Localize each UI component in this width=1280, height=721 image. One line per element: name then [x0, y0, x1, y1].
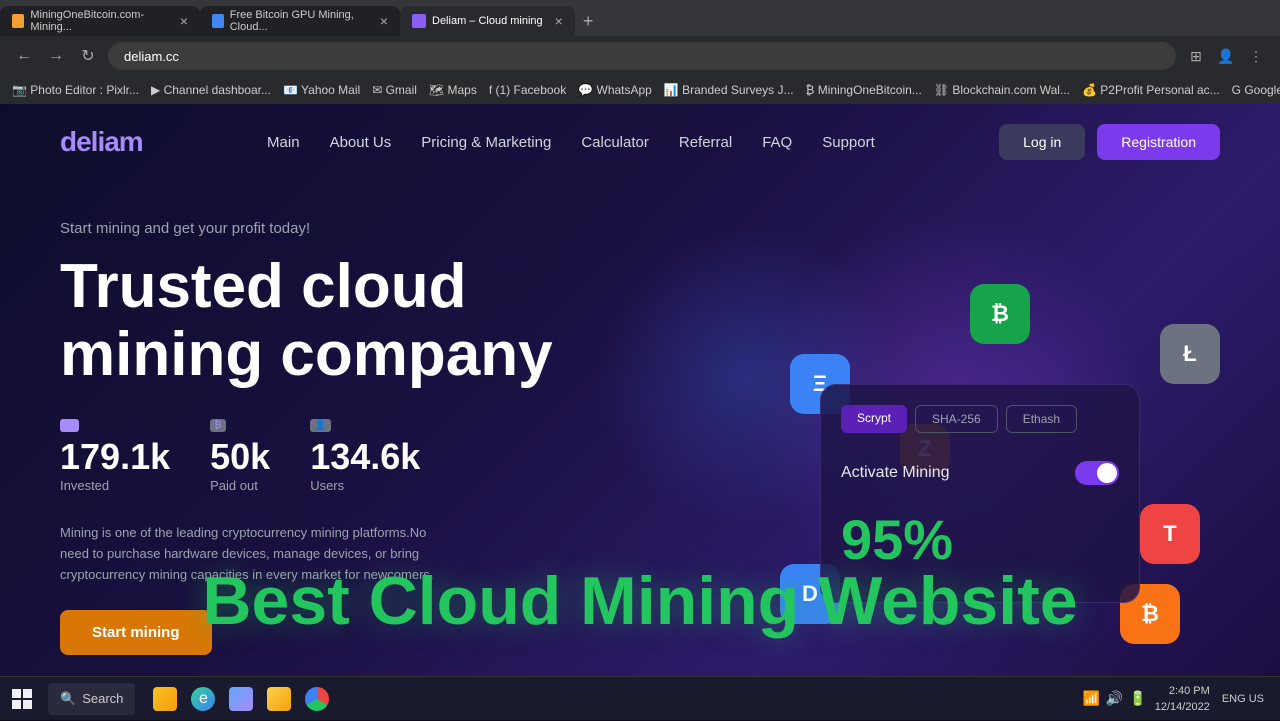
bookmark-1[interactable]: 📷 Photo Editor : Pixlr... — [12, 83, 139, 97]
bookmark-4[interactable]: ✉ Gmail — [372, 83, 417, 97]
tab-3-close[interactable]: × — [555, 13, 563, 29]
network-icon[interactable]: 📶 — [1082, 690, 1099, 707]
nav-links: Main About Us Pricing & Marketing Calcul… — [267, 134, 875, 151]
bookmark-6[interactable]: f (1) Facebook — [489, 83, 566, 97]
time-display: 2:40 PM — [1165, 683, 1214, 699]
menu-button[interactable]: ⋮ — [1244, 44, 1268, 68]
search-label: Search — [82, 691, 123, 706]
browser-controls: ← → ↻ ⊞ 👤 ⋮ — [0, 36, 1280, 76]
tab-2[interactable]: Free Bitcoin GPU Mining, Cloud... × — [200, 6, 400, 36]
taskbar-app-explorer[interactable] — [261, 681, 297, 717]
stat-users: 👤 134.6k Users — [310, 419, 420, 493]
address-bar[interactable] — [108, 42, 1176, 70]
register-button[interactable]: Registration — [1097, 124, 1220, 160]
site-logo[interactable]: deliam — [60, 126, 143, 158]
nav-buttons: Log in Registration — [999, 124, 1220, 160]
nav-about[interactable]: About Us — [330, 134, 392, 151]
start-button[interactable] — [0, 677, 44, 721]
browser-chrome: MiningOneBitcoin.com-Mining... × Free Bi… — [0, 0, 1280, 104]
bookmark-10[interactable]: ⛓ Blockchain.com Wal... — [934, 83, 1070, 97]
system-icons: 📶 🔊 🔋 — [1082, 690, 1146, 707]
taskbar-search[interactable]: 🔍 Search — [48, 683, 135, 715]
language-display: ENG US — [1218, 691, 1268, 707]
edge-icon: e — [191, 687, 215, 711]
hero-description: Mining is one of the leading cryptocurre… — [60, 523, 440, 585]
nav-referral[interactable]: Referral — [679, 134, 732, 151]
navbar: deliam Main About Us Pricing & Marketing… — [0, 104, 1280, 180]
tab-1-close[interactable]: × — [180, 13, 188, 29]
taskbar-app-store[interactable] — [223, 681, 259, 717]
bookmark-2[interactable]: ▶ Channel dashboar... — [151, 83, 271, 97]
forward-button[interactable]: → — [44, 44, 68, 68]
new-tab-button[interactable]: + — [575, 6, 602, 36]
hero-subtitle: Start mining and get your profit today! — [60, 220, 1220, 237]
bookmark-5[interactable]: 🗺 Maps — [429, 83, 477, 97]
tab-2-label: Free Bitcoin GPU Mining, Cloud... — [230, 9, 368, 33]
files-icon — [153, 687, 177, 711]
stat-invested-icon: -₿ — [60, 419, 170, 432]
stat-invested-value: 179.1k — [60, 436, 170, 478]
nav-main[interactable]: Main — [267, 134, 300, 151]
nav-support[interactable]: Support — [822, 134, 875, 151]
windows-logo-icon — [12, 689, 32, 709]
reload-button[interactable]: ↻ — [76, 44, 100, 68]
hero-title: Trusted cloud mining company — [60, 253, 640, 389]
explorer-icon — [267, 687, 291, 711]
bookmark-7[interactable]: 💬 WhatsApp — [578, 83, 652, 97]
tab-bar: MiningOneBitcoin.com-Mining... × Free Bi… — [0, 0, 1280, 36]
chrome-icon — [305, 687, 329, 711]
taskbar-app-chrome[interactable] — [299, 681, 335, 717]
store-icon — [229, 687, 253, 711]
browser-actions: ⊞ 👤 ⋮ — [1184, 44, 1268, 68]
stat-paidout-icon: ₿ — [210, 419, 270, 432]
nav-calculator[interactable]: Calculator — [581, 134, 649, 151]
stat-paidout-label: Paid out — [210, 478, 270, 493]
tab-1-label: MiningOneBitcoin.com-Mining... — [30, 9, 167, 33]
stat-paidout: ₿ 50k Paid out — [210, 419, 270, 493]
battery-icon[interactable]: 🔋 — [1129, 690, 1146, 707]
taskbar-apps: e — [139, 681, 1070, 717]
tab-3[interactable]: Deliam – Cloud mining × — [400, 6, 575, 36]
tab-3-label: Deliam – Cloud mining — [432, 15, 543, 27]
nav-pricing[interactable]: Pricing & Marketing — [421, 134, 551, 151]
volume-icon[interactable]: 🔊 — [1106, 690, 1123, 707]
tab-2-close[interactable]: × — [380, 13, 388, 29]
bookmark-9[interactable]: ₿ MiningOneBitcoin... — [806, 83, 922, 97]
login-button[interactable]: Log in — [999, 124, 1085, 160]
bookmark-8[interactable]: 📊 Branded Surveys J... — [664, 83, 794, 97]
bookmark-12[interactable]: G Google AdSense — [1232, 83, 1280, 97]
start-mining-button[interactable]: Start mining — [60, 610, 212, 655]
stat-invested-label: Invested — [60, 478, 170, 493]
stat-users-value: 134.6k — [310, 436, 420, 478]
date-display: 12/14/2022 — [1151, 699, 1214, 715]
taskbar-app-files[interactable] — [147, 681, 183, 717]
extensions-button[interactable]: ⊞ — [1184, 44, 1208, 68]
stat-users-label: Users — [310, 478, 420, 493]
stat-paidout-value: 50k — [210, 436, 270, 478]
taskbar-system: 📶 🔊 🔋 2:40 PM 12/14/2022 ENG US — [1070, 683, 1280, 715]
stat-invested: -₿ 179.1k Invested — [60, 419, 170, 493]
bookmark-11[interactable]: 💰 P2Profit Personal ac... — [1082, 83, 1220, 97]
clock: 2:40 PM 12/14/2022 — [1151, 683, 1214, 715]
stat-users-icon: 👤 — [310, 419, 420, 432]
hero-section: Start mining and get your profit today! … — [0, 180, 1280, 695]
tab-3-icon — [412, 14, 426, 28]
bookmarks-bar: 📷 Photo Editor : Pixlr... ▶ Channel dash… — [0, 76, 1280, 104]
taskbar-app-edge[interactable]: e — [185, 681, 221, 717]
tab-1-icon — [12, 14, 24, 28]
tab-1[interactable]: MiningOneBitcoin.com-Mining... × — [0, 6, 200, 36]
profile-button[interactable]: 👤 — [1214, 44, 1238, 68]
nav-faq[interactable]: FAQ — [762, 134, 792, 151]
search-icon: 🔍 — [60, 691, 76, 707]
taskbar: 🔍 Search e 📶 🔊 🔋 2:40 PM 12/14/2022 E — [0, 676, 1280, 720]
bookmark-3[interactable]: 📧 Yahoo Mail — [283, 83, 360, 97]
stats-row: -₿ 179.1k Invested ₿ 50k Paid out 👤 134.… — [60, 419, 1220, 493]
tab-2-icon — [212, 14, 224, 28]
back-button[interactable]: ← — [12, 44, 36, 68]
website-content: deliam Main About Us Pricing & Marketing… — [0, 104, 1280, 720]
